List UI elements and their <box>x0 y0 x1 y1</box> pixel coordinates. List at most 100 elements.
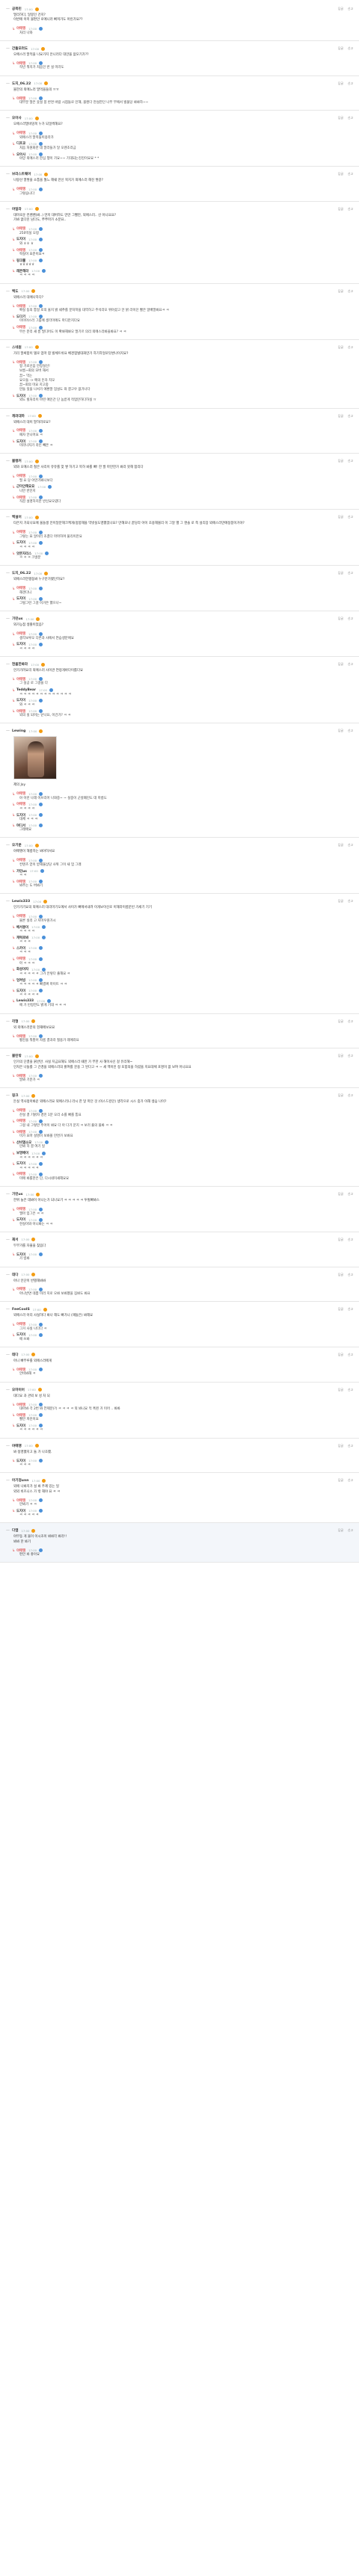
comment-author[interactable]: 도지_06.22 <box>12 571 31 575</box>
reply-author[interactable]: 야매땡 <box>16 880 25 884</box>
report-button[interactable]: 신고 <box>348 571 353 575</box>
reply-author[interactable]: 도지이 <box>16 1253 25 1257</box>
reply-author[interactable]: 야매땡 <box>16 96 25 101</box>
report-button[interactable]: 신고 <box>348 617 353 621</box>
reply-author[interactable]: 도지이 <box>16 596 25 601</box>
reply-author[interactable]: 야매땡 <box>16 1130 25 1134</box>
comment-author[interactable]: 핑크 <box>12 1093 18 1098</box>
reply-button[interactable]: 답글 <box>338 1353 343 1357</box>
reply-button[interactable]: 답글 <box>338 571 343 575</box>
reply-button[interactable]: 답글 <box>338 1238 343 1242</box>
reply-author[interactable]: 도지이 <box>16 1217 25 1222</box>
comment-author[interactable]: 블랭커 <box>12 459 22 463</box>
reply-author[interactable]: 야매땡 <box>16 1172 25 1176</box>
reply-author[interactable]: 야매땡 <box>16 530 25 534</box>
reply-author[interactable]: 야매땡 <box>16 495 25 500</box>
reply-author[interactable]: 디프쿄 <box>16 141 25 146</box>
report-button[interactable]: 신고 <box>348 289 353 294</box>
reply-button[interactable]: 답글 <box>338 662 343 667</box>
reply-author[interactable]: 앗몬자리스 <box>16 552 31 556</box>
comment-author[interactable]: 아기정unn <box>12 1478 29 1483</box>
reply-button[interactable]: 답글 <box>338 414 343 418</box>
comment-author[interactable]: 백도 <box>12 289 18 294</box>
reply-button[interactable]: 답글 <box>338 1388 343 1392</box>
report-button[interactable]: 신고 <box>348 172 353 176</box>
reply-author[interactable]: 야매땡 <box>16 325 25 330</box>
comment-author[interactable]: 데다 <box>12 1273 18 1277</box>
reply-button[interactable]: 답글 <box>338 515 343 519</box>
reply-button[interactable]: 답글 <box>338 1528 343 1533</box>
reply-author[interactable]: 엉켜빙 <box>16 978 25 983</box>
reply-author[interactable]: 근미안해요요 <box>16 484 34 489</box>
reply-button[interactable]: 답글 <box>338 172 343 176</box>
reply-author[interactable]: 야매땡 <box>16 791 25 796</box>
reply-author[interactable]: 야매땡 <box>16 131 25 135</box>
reply-author[interactable]: 야매땡 <box>16 858 25 862</box>
comment-author[interactable]: 블린밖 <box>12 1054 22 1058</box>
reply-author[interactable]: 야매땡 <box>16 957 25 961</box>
comment-author[interactable]: 가민us <box>12 1192 22 1196</box>
report-button[interactable]: 신고 <box>348 1192 353 1196</box>
reply-author[interactable]: 도지이 <box>16 1509 25 1513</box>
reply-author[interactable]: 오아사 <box>16 152 25 157</box>
comment-author[interactable]: 간돌모러도 <box>12 46 28 51</box>
reply-author[interactable]: 야매땡 <box>16 709 25 714</box>
reply-author[interactable]: 야매땡 <box>16 1498 25 1503</box>
reply-author[interactable]: 야매땡 <box>16 360 25 365</box>
reply-author[interactable]: 야매땡 <box>16 1287 25 1291</box>
comment-author[interactable]: 야매땡 <box>12 1444 22 1448</box>
reply-author[interactable]: 도지이 <box>16 237 25 241</box>
reply-button[interactable]: 답글 <box>338 729 343 733</box>
reply-button[interactable]: 답글 <box>338 207 343 211</box>
reply-author[interactable]: 스카이 <box>16 946 25 951</box>
report-button[interactable]: 신고 <box>348 729 353 733</box>
reply-author[interactable]: 도지이 <box>16 1424 25 1428</box>
reply-author[interactable]: 야매땡 <box>16 1108 25 1113</box>
report-button[interactable]: 신고 <box>348 1093 353 1098</box>
reply-author[interactable]: 야매땡 <box>16 1322 25 1326</box>
comment-author[interactable]: 현을한봐라 <box>12 662 28 667</box>
reply-author[interactable]: 야매땡 <box>16 1548 25 1553</box>
reply-author[interactable]: 야매땡 <box>16 1207 25 1211</box>
reply-button[interactable]: 답글 <box>338 289 343 294</box>
report-button[interactable]: 신고 <box>348 1307 353 1312</box>
reply-button[interactable]: 답글 <box>338 617 343 621</box>
reply-author[interactable]: 산비열소모 <box>16 1140 31 1145</box>
reply-author[interactable]: 야매땡 <box>16 1403 25 1407</box>
reply-author[interactable]: 야매땡 <box>16 304 25 309</box>
reply-author[interactable]: 캐럭로봐 <box>16 936 28 940</box>
reply-author[interactable]: 도지이 <box>16 642 25 646</box>
comment-image[interactable] <box>13 736 57 780</box>
reply-button[interactable]: 답글 <box>338 1273 343 1277</box>
report-button[interactable]: 신고 <box>348 207 353 211</box>
report-button[interactable]: 신고 <box>348 345 353 350</box>
reply-author[interactable]: 도지이 <box>16 1332 25 1337</box>
reply-author[interactable]: 야매땡 <box>16 914 25 918</box>
reply-button[interactable]: 답글 <box>338 1192 343 1196</box>
comment-author[interactable]: 다앰 <box>12 1528 18 1533</box>
reply-button[interactable]: 답글 <box>338 1093 343 1098</box>
reply-author[interactable]: 야매땡 <box>16 248 25 253</box>
report-button[interactable]: 신고 <box>348 515 353 519</box>
reply-author[interactable]: 야매땡 <box>16 631 25 636</box>
comment-author[interactable]: Lewis333 <box>12 900 30 904</box>
report-button[interactable]: 신고 <box>348 7 353 11</box>
comment-author[interactable]: 오마이어 <box>12 1388 25 1392</box>
reply-button[interactable]: 답글 <box>338 459 343 463</box>
reply-button[interactable]: 답글 <box>338 1307 343 1312</box>
report-button[interactable]: 신고 <box>348 1478 353 1483</box>
reply-author[interactable]: 도다기 <box>16 315 25 319</box>
reply-button[interactable]: 답글 <box>338 1478 343 1483</box>
report-button[interactable]: 신고 <box>348 81 353 86</box>
reply-button[interactable]: 답글 <box>338 899 343 904</box>
comment-author[interactable]: 브라스트웨어 <box>12 172 31 176</box>
report-button[interactable]: 신고 <box>348 46 353 51</box>
comment-author[interactable]: Lewing <box>12 729 25 733</box>
reply-button[interactable]: 답글 <box>338 81 343 86</box>
reply-author[interactable]: TeddyBear <box>16 688 36 692</box>
reply-author[interactable]: 핑크뿔 <box>16 259 25 263</box>
reply-author[interactable]: 가민us <box>16 869 27 874</box>
reply-author[interactable]: 야매땡 <box>16 586 25 590</box>
report-button[interactable]: 신고 <box>348 1238 353 1242</box>
report-button[interactable]: 신고 <box>348 1528 353 1533</box>
